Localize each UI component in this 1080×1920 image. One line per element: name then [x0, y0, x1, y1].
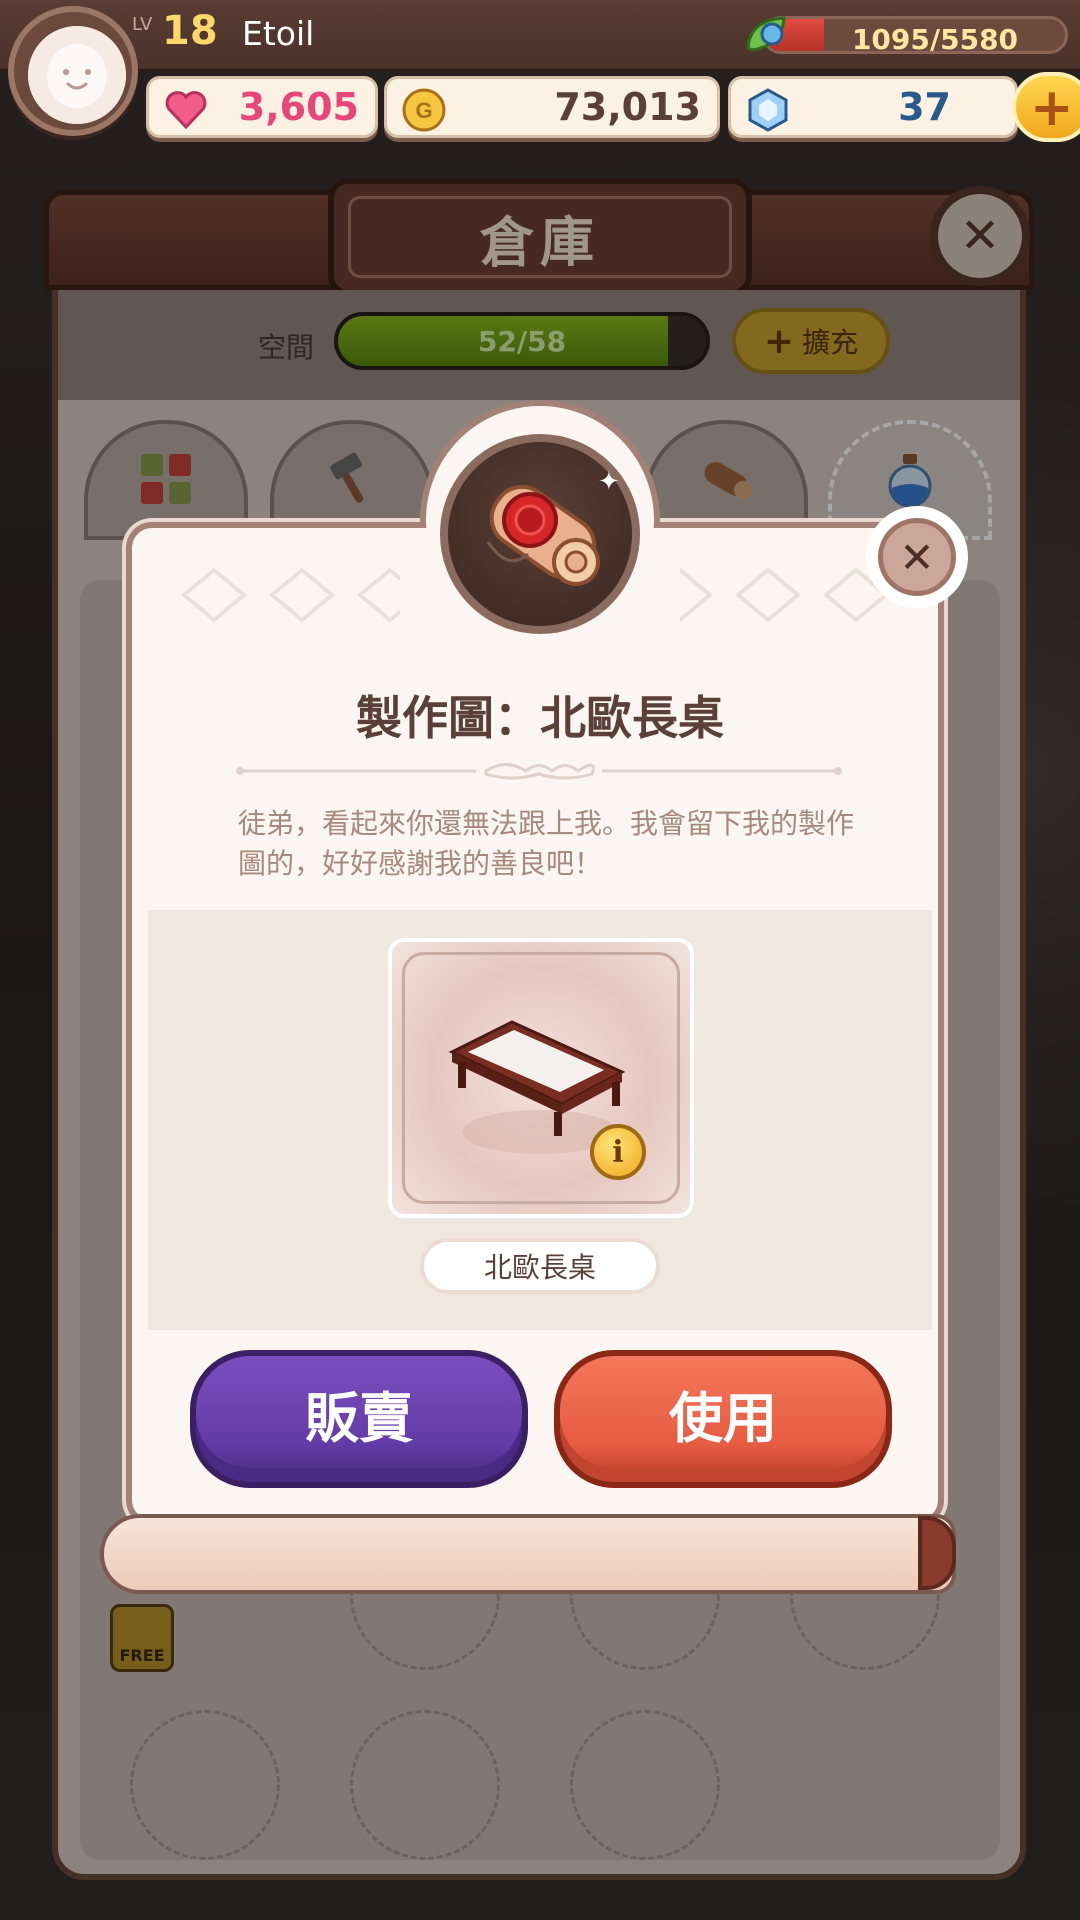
exp-meter: 1095/5580 — [742, 12, 1070, 58]
blueprint-scroll-icon: ✦ — [486, 467, 620, 586]
scallop-edge — [148, 1318, 932, 1334]
exp-text: 1095/5580 — [851, 23, 1019, 54]
svg-text:G: G — [415, 98, 432, 123]
medallion: ✦ — [440, 434, 640, 634]
item-frame[interactable] — [388, 938, 694, 1218]
info-icon: i — [612, 1134, 624, 1170]
scroll-decoration — [100, 1514, 956, 1594]
close-icon: ✕ — [899, 532, 935, 582]
hearts-value: 3,605 — [238, 85, 359, 129]
gold-value: 73,013 — [554, 85, 701, 129]
leaf-icon — [746, 16, 786, 52]
gem-icon — [748, 88, 788, 132]
use-button[interactable]: 使用 — [554, 1350, 892, 1488]
gems-value: 37 — [898, 85, 951, 129]
use-label: 使用 — [669, 1386, 777, 1450]
info-button[interactable]: i — [590, 1124, 646, 1180]
ornament-divider — [236, 763, 842, 780]
avatar-face-icon — [28, 26, 126, 124]
dialog-title: 製作圖：北歐長桌 — [356, 691, 724, 745]
add-gems-button[interactable]: + — [1012, 72, 1080, 142]
level-label: LV — [132, 14, 153, 35]
dialog-description: 徒弟，看起來你還無法跟上我。我會留下我的製作圖的，好好感謝我的善良吧！ — [238, 807, 855, 880]
plus-icon: + — [1030, 78, 1074, 138]
gold-counter[interactable]: G 73,013 — [384, 76, 720, 138]
hearts-counter[interactable]: 3,605 — [146, 76, 378, 138]
item-name: 北歐長桌 — [483, 1251, 596, 1284]
gems-counter[interactable]: 37 — [728, 76, 1018, 138]
top-hud: LV 18 Etoil 1095/5580 3,605 G 73,013 37 — [0, 0, 1080, 142]
avatar[interactable] — [8, 6, 138, 136]
item-name-pill: 北歐長桌 — [420, 1238, 660, 1294]
level-value: 18 — [162, 8, 218, 54]
svg-text:✦: ✦ — [598, 467, 620, 497]
heart-icon — [165, 91, 207, 130]
dialog-close-button[interactable]: ✕ — [866, 506, 968, 608]
username: Etoil — [242, 14, 315, 53]
sell-button[interactable]: 販賣 — [190, 1350, 528, 1488]
sell-label: 販賣 — [305, 1386, 413, 1450]
gold-coin-icon: G — [402, 88, 446, 132]
